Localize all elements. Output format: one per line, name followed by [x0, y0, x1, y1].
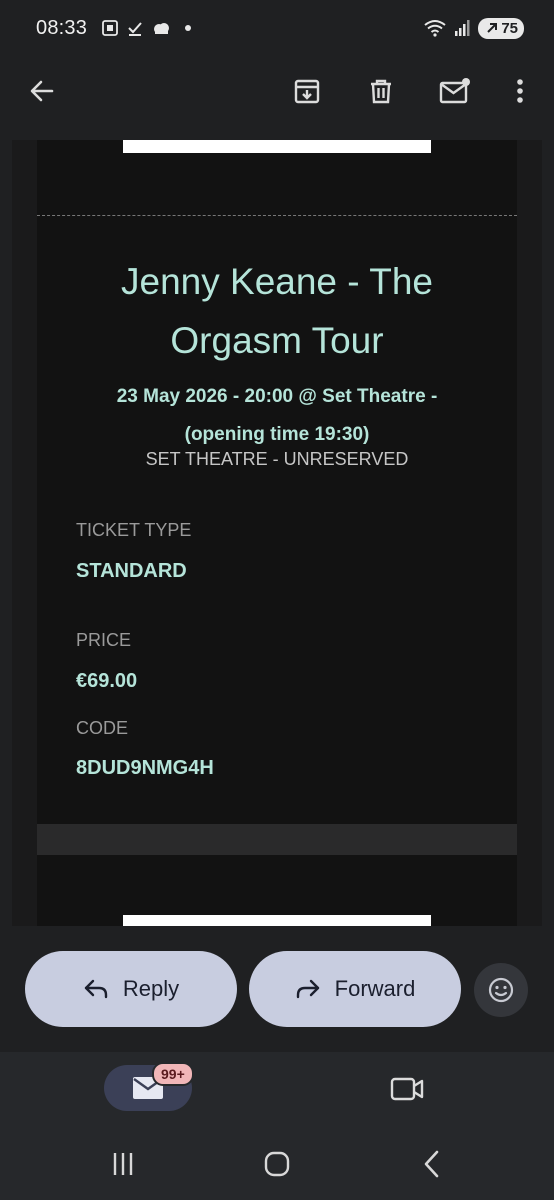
trash-icon	[371, 79, 391, 104]
dashed-divider	[37, 215, 517, 216]
event-title: Jenny Keane - The Orgasm Tour	[37, 252, 517, 370]
battery-level: 75	[501, 19, 518, 37]
battery-indicator: 75	[478, 17, 524, 39]
ticket-type-value: STANDARD	[76, 560, 187, 582]
video-icon	[390, 1077, 424, 1101]
back-icon	[424, 1150, 439, 1178]
more-vert-icon	[517, 79, 523, 103]
status-time: 08:33	[36, 16, 88, 39]
forward-label: Forward	[334, 976, 416, 1001]
status-bar: 08:33 75	[0, 0, 554, 56]
meet-tab[interactable]	[385, 1072, 429, 1106]
signal-icon	[455, 20, 470, 36]
ticket-type-label: TICKET TYPE	[76, 520, 192, 540]
delete-button[interactable]	[357, 67, 405, 115]
unread-count-badge: 99+	[152, 1062, 194, 1086]
event-datetime-line-1: 23 May 2026 - 20:00 @ Set Theatre -	[116, 386, 438, 407]
ticket-card: Jenny Keane - The Orgasm Tour 23 May 202…	[37, 140, 517, 926]
dot-icon	[185, 25, 192, 31]
more-options-button[interactable]	[496, 67, 544, 115]
event-title-line-2: Orgasm Tour	[170, 320, 384, 361]
screenshot-icon	[102, 20, 118, 36]
email-body: Jenny Keane - The Orgasm Tour 23 May 202…	[12, 140, 542, 926]
bottom-white-strip	[123, 915, 431, 926]
system-navigation	[0, 1140, 554, 1190]
email-toolbar	[0, 56, 554, 126]
mark-unread-button[interactable]	[431, 67, 479, 115]
emoji-reaction-button[interactable]	[474, 963, 528, 1017]
event-title-line-1: Jenny Keane - The	[121, 261, 433, 302]
price-label: PRICE	[76, 630, 132, 650]
emoji-smile-icon	[488, 977, 514, 1003]
forward-icon	[296, 979, 319, 999]
home-button[interactable]	[257, 1146, 297, 1182]
reply-label: Reply	[122, 976, 180, 1001]
event-datetime: 23 May 2026 - 20:00 @ Set Theatre - (ope…	[67, 378, 487, 454]
battery-saver-icon	[487, 23, 498, 33]
top-white-strip	[123, 140, 431, 153]
archive-button[interactable]	[283, 67, 331, 115]
weather-icon	[154, 23, 170, 34]
price-value: €69.00	[76, 670, 138, 692]
status-notification-icons	[101, 19, 192, 37]
back-button[interactable]	[18, 67, 66, 115]
check-icon	[128, 22, 142, 36]
reply-button[interactable]: Reply	[25, 951, 237, 1027]
forward-button[interactable]: Forward	[249, 951, 461, 1027]
venue-label: SET THEATRE - UNRESERVED	[145, 449, 409, 469]
code-value: 8DUD9NMG4H	[76, 757, 214, 779]
archive-icon	[294, 79, 320, 104]
home-icon	[264, 1151, 290, 1177]
system-back-button[interactable]	[412, 1146, 452, 1182]
action-row: Reply Forward	[0, 951, 554, 1027]
recents-button[interactable]	[103, 1146, 143, 1182]
ticket-footer-bar	[37, 824, 517, 855]
mail-unread-icon	[439, 78, 470, 104]
code-label: CODE	[76, 718, 129, 738]
recents-icon	[113, 1153, 133, 1175]
reply-icon	[84, 979, 108, 999]
wifi-icon	[424, 20, 446, 37]
arrow-left-icon	[30, 80, 54, 102]
